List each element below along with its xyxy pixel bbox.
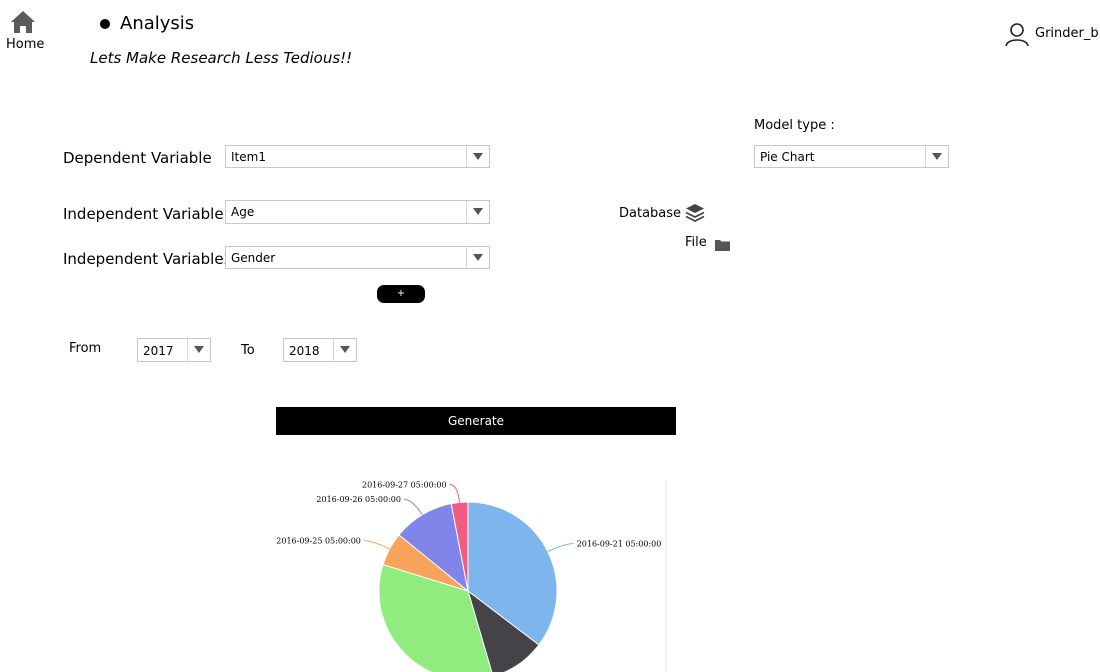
pie-data-label: 2016-09-25 05:00:00	[276, 537, 361, 546]
pie-connector	[363, 540, 390, 550]
generate-button[interactable]: Generate	[276, 407, 676, 435]
independent-variable2-value: Gender	[231, 251, 276, 265]
dependent-variable-value: Item1	[231, 150, 266, 164]
pie-data-label: 2016-09-26 05:00:00	[316, 495, 401, 504]
chevron-down-icon	[466, 146, 489, 167]
folder-icon	[715, 240, 730, 251]
independent-variable1-label: Independent Variable1	[63, 205, 234, 223]
user-icon	[1005, 23, 1029, 47]
home-label: Home	[6, 37, 45, 52]
independent-variable2-select[interactable]: Gender	[225, 246, 490, 269]
chevron-down-icon	[333, 339, 356, 361]
to-label: To	[241, 343, 255, 358]
home-nav[interactable]: Home	[4, 8, 48, 54]
dependent-variable-select[interactable]: Item1	[225, 145, 490, 168]
title-bullet	[100, 19, 110, 29]
chevron-down-icon	[466, 201, 489, 223]
chevron-down-icon	[466, 247, 489, 268]
independent-variable1-select[interactable]: Age	[225, 200, 490, 224]
database-option[interactable]: Database	[619, 202, 709, 226]
user-name: Grinder_b	[1035, 26, 1099, 41]
pie-chart: 2016-09-21 05:00:00 2016-09-25 05:00:00 20…	[276, 480, 667, 672]
file-label: File	[685, 235, 707, 250]
pie-connector	[449, 484, 460, 503]
chevron-down-icon	[187, 339, 210, 361]
pie-connector	[547, 543, 574, 552]
pie-data-label: 2016-09-21 05:00:00	[577, 540, 662, 549]
page-title: Analysis	[120, 13, 195, 34]
independent-variable1-value: Age	[231, 205, 255, 219]
independent-variable2-label: Independent Variable2	[63, 250, 234, 268]
tagline: Lets Make Research Less Tedious!!	[90, 49, 353, 67]
database-label: Database	[619, 206, 682, 221]
from-year-value: 2017	[143, 344, 174, 358]
home-icon	[11, 11, 35, 33]
model-type-value: Pie Chart	[760, 150, 815, 164]
dependent-variable-label: Dependent Variable	[63, 149, 212, 167]
model-type-label: Model type :	[754, 118, 835, 133]
to-year-value: 2018	[289, 344, 320, 358]
pie-connector	[403, 498, 423, 515]
chevron-down-icon	[925, 146, 948, 167]
layers-icon	[685, 204, 705, 223]
from-year-select[interactable]: 2017	[137, 338, 211, 362]
from-label: From	[69, 341, 102, 356]
pie-data-label: 2016-09-27 05:00:00	[362, 481, 447, 490]
to-year-select[interactable]: 2018	[283, 338, 357, 362]
file-option[interactable]: File	[685, 234, 735, 254]
model-type-select[interactable]: Pie Chart	[754, 145, 949, 168]
add-variable-button[interactable]: +	[377, 285, 425, 303]
